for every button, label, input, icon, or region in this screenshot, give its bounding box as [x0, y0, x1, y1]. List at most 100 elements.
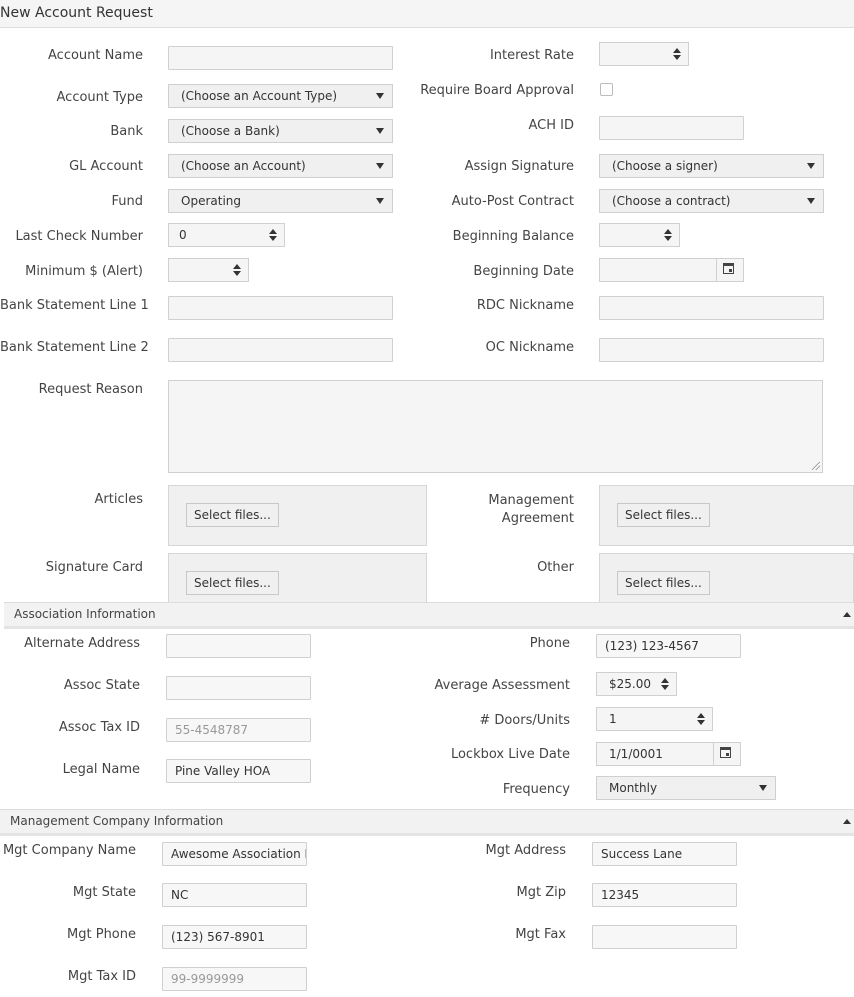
signature-card-select-files-button[interactable]: Select files... — [186, 571, 279, 595]
bank-label: Bank — [110, 124, 143, 139]
lockbox-live-date-value: 1/1/0001 — [609, 747, 663, 761]
oc-nickname-label: OC Nickname — [485, 340, 574, 355]
rdc-nickname-label: RDC Nickname — [476, 298, 574, 313]
bank-statement-line1-input[interactable] — [168, 296, 393, 320]
signature-card-label: Signature Card — [45, 560, 143, 575]
assoc-state-label: Assoc State — [63, 678, 140, 693]
require-board-approval-checkbox[interactable] — [600, 83, 613, 96]
calendar-icon[interactable] — [713, 743, 740, 765]
bank-value: (Choose a Bank) — [181, 124, 280, 138]
phone-input[interactable]: (123) 123-4567 — [596, 634, 741, 658]
association-section-header[interactable]: Association Information — [4, 602, 854, 629]
bank-statement-line2-input[interactable] — [168, 338, 393, 362]
spinner-arrows-icon[interactable] — [657, 224, 679, 246]
account-type-label: Account Type — [56, 90, 143, 105]
other-label: Other — [537, 560, 574, 575]
other-select-files-button[interactable]: Select files... — [617, 571, 710, 595]
mgt-phone-label: Mgt Phone — [67, 927, 136, 942]
ach-id-input[interactable] — [599, 116, 744, 140]
mgt-state-input[interactable]: NC — [162, 883, 307, 907]
lockbox-live-date-label: Lockbox Live Date — [450, 747, 570, 762]
require-board-approval-label: Require Board Approval — [420, 83, 574, 98]
chevron-up-icon[interactable] — [843, 612, 851, 617]
oc-nickname-input[interactable] — [599, 338, 824, 362]
spinner-arrows-icon[interactable] — [654, 673, 676, 695]
frequency-value: Monthly — [609, 781, 658, 795]
interest-rate-label: Interest Rate — [489, 48, 574, 63]
auto-post-contract-label: Auto-Post Contract — [451, 194, 574, 209]
phone-label: Phone — [529, 636, 570, 651]
beginning-date-picker[interactable] — [599, 258, 744, 282]
mgt-tax-id-input[interactable]: 99-9999999 — [162, 967, 307, 991]
mgt-fax-label: Mgt Fax — [515, 927, 566, 942]
spinner-arrows-icon[interactable] — [226, 259, 248, 281]
spinner-arrows-icon[interactable] — [690, 708, 712, 730]
frequency-label: Frequency — [502, 782, 570, 797]
chevron-down-icon — [376, 198, 384, 204]
gl-account-select[interactable]: (Choose an Account) — [168, 154, 393, 178]
mgt-zip-label: Mgt Zip — [516, 885, 566, 900]
mgt-company-name-input[interactable]: Awesome Association Management — [162, 842, 307, 866]
average-assessment-spinner[interactable]: $25.00 — [596, 672, 677, 696]
fund-select[interactable]: Operating — [168, 189, 393, 213]
doors-units-value: 1 — [609, 712, 617, 726]
minimum-alert-spinner[interactable] — [168, 258, 249, 282]
calendar-icon[interactable] — [716, 259, 743, 281]
chevron-up-icon[interactable] — [843, 819, 851, 824]
assign-signature-select[interactable]: (Choose a signer) — [599, 154, 824, 178]
articles-label: Articles — [94, 492, 143, 507]
last-check-number-spinner[interactable]: 0 — [168, 223, 285, 247]
beginning-balance-spinner[interactable] — [599, 223, 680, 247]
articles-select-files-button[interactable]: Select files... — [186, 503, 279, 527]
chevron-down-icon — [807, 163, 815, 169]
account-name-label: Account Name — [48, 48, 143, 63]
page-title: New Account Request — [0, 0, 854, 28]
chevron-down-icon — [759, 785, 767, 791]
beginning-date-label: Beginning Date — [473, 264, 574, 279]
management-section-header[interactable]: Management Company Information — [0, 809, 854, 836]
legal-name-label: Legal Name — [62, 762, 140, 777]
assoc-tax-id-label: Assoc Tax ID — [58, 720, 140, 735]
spinner-arrows-icon[interactable] — [262, 224, 284, 246]
gl-account-label: GL Account — [69, 159, 143, 174]
chevron-down-icon — [376, 93, 384, 99]
beginning-balance-label: Beginning Balance — [452, 229, 574, 244]
legal-name-input[interactable]: Pine Valley HOA — [166, 759, 311, 783]
mgt-zip-input[interactable]: 12345 — [592, 883, 737, 907]
account-type-select[interactable]: (Choose an Account Type) — [168, 84, 393, 108]
management-agreement-select-files-button[interactable]: Select files... — [617, 503, 710, 527]
alternate-address-input[interactable] — [166, 634, 311, 658]
articles-upload: Select files... — [168, 485, 427, 546]
auto-post-contract-select[interactable]: (Choose a contract) — [599, 189, 824, 213]
bank-select[interactable]: (Choose a Bank) — [168, 119, 393, 143]
request-reason-textarea[interactable] — [168, 380, 823, 473]
mgt-address-input[interactable]: Success Lane — [592, 842, 737, 866]
mgt-fax-input[interactable] — [592, 925, 737, 949]
interest-rate-spinner[interactable] — [599, 42, 689, 66]
rdc-nickname-input[interactable] — [599, 296, 824, 320]
resize-grip-icon[interactable] — [812, 462, 820, 470]
doors-units-spinner[interactable]: 1 — [596, 707, 713, 731]
bank-statement-line2-label: Bank Statement Line 2 — [0, 340, 149, 355]
account-type-value: (Choose an Account Type) — [181, 89, 338, 103]
ach-id-label: ACH ID — [528, 118, 575, 133]
assoc-state-input[interactable] — [166, 676, 311, 700]
spinner-arrows-icon[interactable] — [666, 43, 688, 65]
frequency-select[interactable]: Monthly — [596, 776, 776, 800]
auto-post-contract-value: (Choose a contract) — [612, 194, 731, 208]
mgt-state-label: Mgt State — [72, 885, 136, 900]
minimum-alert-label: Minimum $ (Alert) — [25, 264, 143, 279]
mgt-phone-input[interactable]: (123) 567-8901 — [162, 925, 307, 949]
assign-signature-label: Assign Signature — [464, 159, 574, 174]
assign-signature-value: (Choose a signer) — [612, 159, 718, 173]
management-agreement-label: Management Agreement — [488, 493, 574, 526]
assoc-tax-id-input[interactable]: 55-4548787 — [166, 718, 311, 742]
fund-value: Operating — [181, 194, 241, 208]
average-assessment-value: $25.00 — [609, 677, 651, 691]
average-assessment-label: Average Assessment — [434, 678, 571, 693]
lockbox-live-date-picker[interactable]: 1/1/0001 — [596, 742, 741, 766]
account-name-input[interactable] — [168, 46, 393, 70]
fund-label: Fund — [111, 194, 144, 209]
last-check-number-value: 0 — [179, 228, 187, 242]
alternate-address-label: Alternate Address — [24, 636, 140, 651]
